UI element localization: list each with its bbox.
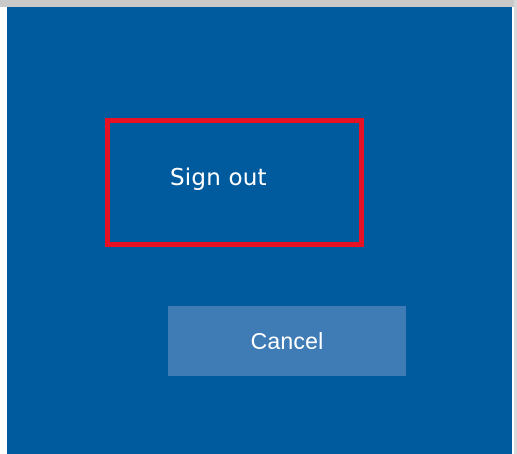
sign-out-button[interactable]: Sign out — [105, 118, 364, 247]
screenshot-frame: Sign out Cancel — [0, 0, 517, 454]
sign-out-label: Sign out — [170, 165, 267, 191]
window-top-edge — [0, 0, 517, 7]
cancel-button[interactable]: Cancel — [168, 306, 406, 376]
account-options-panel: Sign out Cancel — [7, 7, 512, 454]
